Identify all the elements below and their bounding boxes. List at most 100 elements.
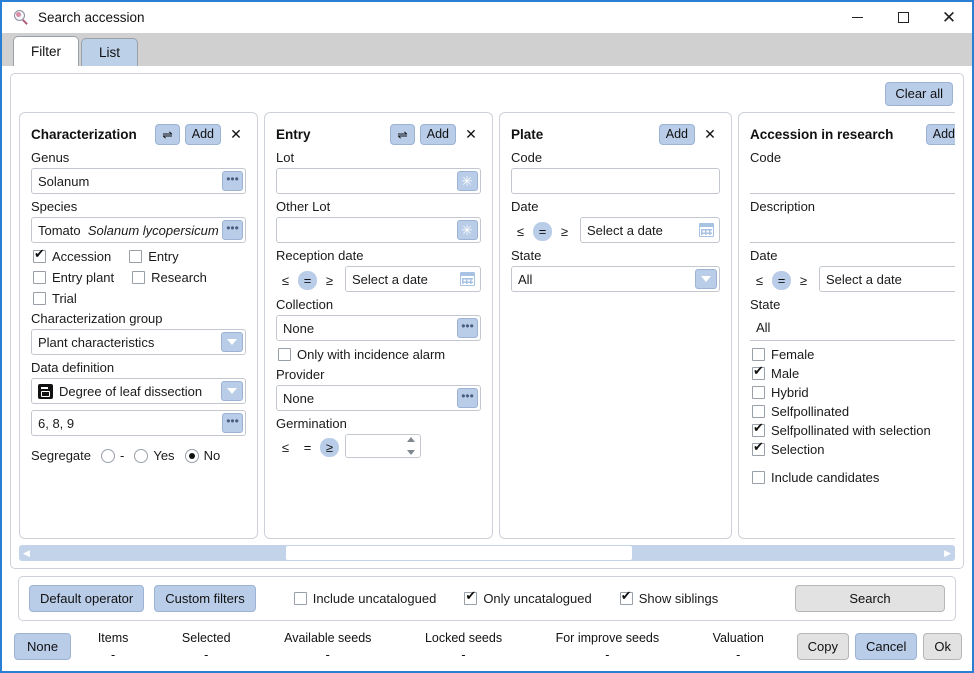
checkbox-male[interactable]: Male bbox=[752, 364, 955, 381]
entry-add-button[interactable]: Add bbox=[419, 123, 456, 145]
plate-op-eq[interactable]: = bbox=[533, 221, 552, 241]
close-icon[interactable]: ✕ bbox=[926, 2, 972, 33]
characterization-actions: ⇌ Add ✕ bbox=[155, 123, 246, 145]
checkbox-female[interactable]: Female bbox=[752, 347, 955, 362]
reception-op-eq[interactable]: = bbox=[298, 270, 317, 290]
scrollbar-thumb[interactable] bbox=[285, 546, 633, 560]
reception-op-lte[interactable]: ≤ bbox=[276, 271, 295, 290]
only-uncatalogued-label: Only uncatalogued bbox=[483, 591, 592, 606]
checkbox-entry[interactable]: Entry bbox=[129, 249, 179, 264]
entry-close-icon[interactable]: ✕ bbox=[461, 124, 481, 144]
plate-close-icon[interactable]: ✕ bbox=[700, 124, 720, 144]
checkbox-include-uncatalogued[interactable]: Include uncatalogued bbox=[293, 591, 436, 606]
tab-filter[interactable]: Filter bbox=[13, 36, 79, 66]
reception-date-input[interactable]: Select a date bbox=[345, 266, 481, 293]
segregate-option-yes[interactable]: Yes bbox=[134, 448, 175, 463]
plate-code-input[interactable] bbox=[511, 168, 720, 195]
lot-wildcard-icon[interactable]: ✳ bbox=[457, 171, 478, 192]
ok-button[interactable]: Ok bbox=[923, 632, 963, 660]
calendar-icon[interactable] bbox=[457, 269, 478, 290]
checkbox-research[interactable]: Research bbox=[132, 270, 207, 285]
other-lot-input[interactable]: ✳ bbox=[276, 217, 481, 244]
custom-filters-button[interactable]: Custom filters bbox=[154, 585, 256, 612]
cancel-button[interactable]: Cancel bbox=[854, 632, 918, 660]
checkbox-selfpollinated[interactable]: Selfpollinated bbox=[752, 404, 955, 419]
minimize-icon[interactable] bbox=[834, 2, 880, 33]
data-definition-select[interactable]: Degree of leaf dissection bbox=[31, 378, 246, 405]
genus-browse-icon[interactable]: ••• bbox=[222, 171, 243, 192]
plate-add-button[interactable]: Add bbox=[658, 123, 695, 145]
research-description-input[interactable] bbox=[750, 217, 955, 244]
germination-op-eq[interactable]: = bbox=[298, 438, 317, 457]
include-uncatalogued-checkbox-icon bbox=[293, 592, 307, 605]
germination-label: Germination bbox=[276, 416, 347, 432]
checkbox-selection[interactable]: Selection bbox=[752, 440, 955, 457]
scroll-left-icon[interactable]: ◀ bbox=[19, 548, 34, 559]
checkbox-only-uncatalogued[interactable]: Only uncatalogued bbox=[464, 589, 592, 606]
research-op-gte[interactable]: ≥ bbox=[794, 271, 813, 290]
other-lot-wildcard-icon[interactable]: ✳ bbox=[457, 220, 478, 241]
panels-horizontal-scrollbar[interactable]: ◀ ▶ bbox=[19, 545, 955, 561]
plate-header: Plate Add ✕ bbox=[511, 123, 720, 145]
window-title: Search accession bbox=[38, 10, 145, 25]
research-date-input[interactable]: Select a date bbox=[819, 266, 955, 293]
clear-all-button[interactable]: Clear all bbox=[885, 82, 953, 107]
stat-available-seeds-label: Available seeds bbox=[284, 630, 372, 645]
tab-list[interactable]: List bbox=[81, 38, 139, 66]
characterization-add-button[interactable]: Add bbox=[184, 123, 221, 145]
none-button[interactable]: None bbox=[14, 632, 72, 660]
female-checkbox-icon bbox=[752, 348, 765, 362]
research-op-lte[interactable]: ≤ bbox=[750, 271, 769, 290]
collection-input[interactable]: None ••• bbox=[276, 315, 481, 342]
male-checkbox-icon bbox=[752, 364, 765, 381]
lot-label: Lot bbox=[276, 150, 295, 166]
plate-op-gte[interactable]: ≥ bbox=[555, 222, 574, 241]
segregate-option-no[interactable]: No bbox=[184, 448, 220, 463]
germination-op-gte[interactable]: ≥ bbox=[320, 437, 339, 457]
species-input[interactable]: Tomato Solanum lycopersicum ••• bbox=[31, 217, 246, 244]
plate-date-input[interactable]: Select a date bbox=[580, 217, 720, 244]
provider-input[interactable]: None ••• bbox=[276, 385, 481, 412]
default-operator-button[interactable]: Default operator bbox=[29, 585, 145, 612]
checkbox-show-siblings[interactable]: Show siblings bbox=[619, 589, 718, 606]
data-values-input[interactable]: 6, 8, 9 ••• bbox=[31, 410, 246, 437]
research-add-button[interactable]: Add bbox=[925, 123, 955, 145]
plate-state-select[interactable]: All bbox=[511, 266, 720, 293]
checkbox-accession[interactable]: Accession bbox=[33, 247, 111, 264]
characterization-close-icon[interactable]: ✕ bbox=[226, 124, 246, 144]
data-values-browse-icon[interactable]: ••• bbox=[222, 413, 243, 434]
checkbox-hybrid[interactable]: Hybrid bbox=[752, 385, 955, 400]
entry-operator-button[interactable]: ⇌ bbox=[390, 123, 415, 145]
chevron-down-icon[interactable] bbox=[695, 269, 717, 290]
maximize-icon[interactable] bbox=[880, 2, 926, 33]
search-button[interactable]: Search bbox=[795, 585, 945, 612]
research-op-eq[interactable]: = bbox=[772, 270, 791, 290]
plate-op-lte[interactable]: ≤ bbox=[511, 222, 530, 241]
characterization-group-select[interactable]: Plant characteristics bbox=[31, 329, 246, 356]
reception-op-gte[interactable]: ≥ bbox=[320, 271, 339, 290]
characterization-operator-button[interactable]: ⇌ bbox=[155, 123, 180, 145]
chevron-down-icon[interactable] bbox=[221, 381, 243, 402]
stat-for-improve-seeds-label: For improve seeds bbox=[555, 630, 660, 645]
checkbox-selfpollinated-with-selection[interactable]: Selfpollinated with selection bbox=[752, 421, 955, 438]
species-browse-icon[interactable]: ••• bbox=[222, 220, 243, 241]
collection-browse-icon[interactable]: ••• bbox=[457, 318, 478, 339]
calendar-icon[interactable] bbox=[696, 220, 717, 241]
scroll-right-icon[interactable]: ▶ bbox=[940, 548, 955, 559]
chevron-down-icon[interactable] bbox=[221, 332, 243, 353]
research-checkbox-icon bbox=[132, 271, 146, 285]
checkbox-trial[interactable]: Trial bbox=[33, 291, 77, 306]
provider-browse-icon[interactable]: ••• bbox=[457, 388, 478, 409]
germination-spinner[interactable] bbox=[345, 434, 421, 459]
segregate-option-dash[interactable]: - bbox=[101, 448, 124, 463]
checkbox-incidence-alarm[interactable]: Only with incidence alarm bbox=[278, 347, 481, 362]
spinner-arrows-icon[interactable] bbox=[405, 437, 417, 456]
checkbox-entry-plant[interactable]: Entry plant bbox=[33, 270, 114, 285]
genus-input[interactable]: Solanum ••• bbox=[31, 168, 246, 195]
germination-op-lte[interactable]: ≤ bbox=[276, 438, 295, 457]
copy-button[interactable]: Copy bbox=[796, 632, 849, 660]
lot-input[interactable]: ✳ bbox=[276, 168, 481, 195]
checkbox-include-candidates[interactable]: Include candidates bbox=[752, 470, 955, 485]
research-state-select[interactable]: All bbox=[750, 315, 955, 342]
research-code-input[interactable] bbox=[750, 168, 955, 195]
